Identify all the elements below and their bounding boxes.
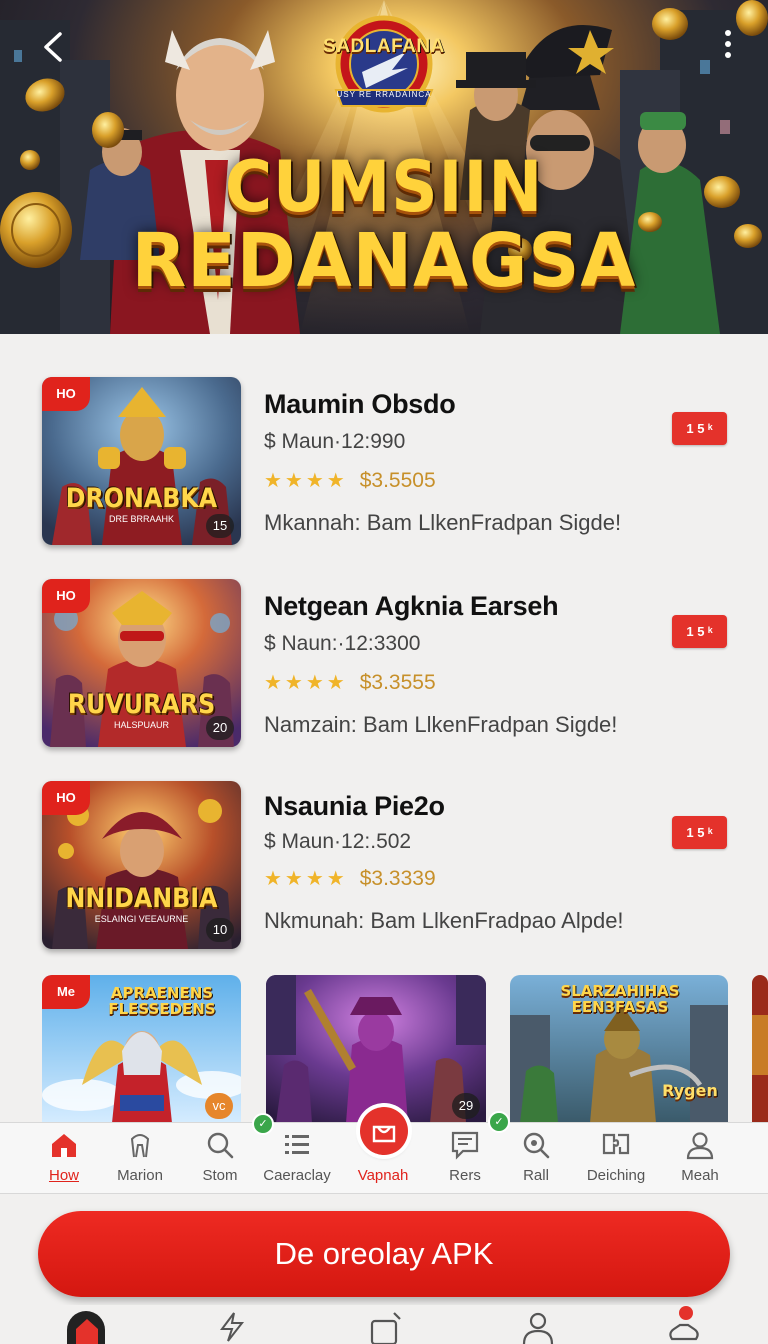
download-area: De oreolay APK xyxy=(0,1195,768,1305)
gift-center-button[interactable] xyxy=(360,1107,408,1155)
hot-badge: HO xyxy=(42,579,90,613)
hero-title-line1: CUMSIIN xyxy=(224,146,544,228)
hot-badge: HO xyxy=(42,781,90,815)
game-description: Namzain: Bam LlkenFradpan Sigde! xyxy=(264,712,618,737)
game-tile[interactable]: 29 xyxy=(266,975,486,1123)
system-nav-bar xyxy=(0,1305,768,1344)
game-name[interactable]: Nsaunia Pie2o xyxy=(264,791,624,822)
rating-value: $3.3555 xyxy=(359,671,436,694)
game-rating: ★★★★ $3.3555 xyxy=(264,670,617,695)
tab-meah[interactable]: Meah xyxy=(655,1129,745,1191)
count-badge: 29 xyxy=(452,1093,480,1119)
list-icon xyxy=(285,1135,309,1154)
tab-label: Deiching xyxy=(586,1167,646,1184)
tab-label: Rall xyxy=(523,1167,549,1184)
tag-icon xyxy=(130,1134,150,1158)
nav-home-icon[interactable] xyxy=(67,1309,107,1344)
game-description: Nkmunah: Bam LlkenFradpao Alpde! xyxy=(264,908,624,933)
app-screen: SADLAFANA USY RE RRADAINCA CUMSIIN REDAN… xyxy=(0,0,768,1344)
price-tag-button[interactable]: 1 5 ᵏ xyxy=(672,615,727,648)
game-thumbnail[interactable]: HO DRONABKA DRE BRRAAHK 15 xyxy=(42,377,241,545)
game-info: Netgean Agknia Earseh $ Naun:·12:3300 ★★… xyxy=(264,591,617,738)
game-price: $ Naun:·12:3300 xyxy=(264,632,421,655)
puzzle-icon xyxy=(602,1133,630,1155)
game-logo-text: DRONABKA xyxy=(65,483,218,514)
game-tile[interactable]: Me APRAENENS FLESSEDENS vc xyxy=(42,975,241,1123)
game-card[interactable]: HO NNIDANBIA ESLAINGI VEEAURNE 10 Nsauni… xyxy=(0,781,768,961)
notification-dot xyxy=(679,1306,693,1320)
nav-apps-icon[interactable] xyxy=(366,1309,406,1344)
tile-art xyxy=(752,975,768,1123)
game-logo-text: RUVURARS xyxy=(67,689,216,720)
home-icon xyxy=(52,1134,76,1157)
price-tag-button[interactable]: 1 5 ᵏ xyxy=(672,412,727,445)
rating-value: $3.3339 xyxy=(359,867,436,890)
tab-rall[interactable]: Rall xyxy=(491,1129,581,1191)
game-name[interactable]: Netgean Agknia Earseh xyxy=(264,591,617,622)
tab-marion[interactable]: Marion xyxy=(95,1129,185,1191)
back-icon[interactable] xyxy=(36,28,70,66)
game-tile-partial[interactable] xyxy=(752,975,768,1123)
count-badge: 20 xyxy=(206,716,234,740)
zoom-icon xyxy=(523,1132,550,1159)
new-indicator-icon: ✓ xyxy=(252,1113,274,1135)
star-rating-icon: ★★★★ xyxy=(264,470,348,492)
tile-logo-text-small: Rygen xyxy=(662,1081,718,1100)
hero-title-line2: REDANAGSA xyxy=(131,218,637,304)
download-apk-button[interactable]: De oreolay APK xyxy=(38,1211,730,1297)
game-thumbnail[interactable]: HO RUVURARS HALSPUAUR 20 xyxy=(42,579,241,747)
game-price: $ Maun·12:.502 xyxy=(264,830,412,853)
new-indicator-icon: ✓ xyxy=(488,1111,510,1133)
user-icon xyxy=(686,1132,714,1160)
game-description: Mkannah: Bam LlkenFradpan Sigde! xyxy=(264,510,622,535)
game-info: Nsaunia Pie2o $ Maun·12:.502 ★★★★ $3.3339… xyxy=(264,791,624,934)
star-rating-icon: ★★★★ xyxy=(264,672,348,694)
count-badge: vc xyxy=(205,1093,233,1119)
chat-icon xyxy=(451,1131,479,1160)
tab-label: Meah xyxy=(681,1167,719,1184)
gift-icon xyxy=(372,1125,396,1143)
badge-subtitle: USY RE RRADAINCA xyxy=(336,90,432,99)
game-logo-text: NNIDANBIA xyxy=(65,883,218,914)
price-tag-button[interactable]: 1 5 ᵏ xyxy=(672,816,727,849)
star-rating-icon: ★★★★ xyxy=(264,868,348,890)
tab-label: Caeraclay xyxy=(263,1167,331,1184)
tile-logo-text: SLARZAHIHAS EEN3FASAS xyxy=(560,982,680,1016)
hero-banner[interactable]: SADLAFANA USY RE RRADAINCA CUMSIIN REDAN… xyxy=(0,0,768,334)
game-info: Maumin Obsdo $ Maun·12:990 ★★★★ $3.5505 M… xyxy=(264,389,621,536)
count-badge: 15 xyxy=(206,514,234,538)
hot-badge: Me xyxy=(42,975,90,1009)
tab-label: Vapnah xyxy=(357,1167,409,1184)
game-card[interactable]: HO DRONABKA DRE BRRAAHK 15 Maumin Obsdo … xyxy=(0,377,768,557)
game-badge-logo: SADLAFANA USY RE RRADAINCA xyxy=(322,12,446,116)
game-price: $ Maun·12:990 xyxy=(264,430,406,453)
game-card[interactable]: HO RUVURARS HALSPUAUR 20 Netgean Agknia … xyxy=(0,579,768,759)
tab-caeraclay[interactable]: Caeraclay xyxy=(252,1129,342,1191)
count-badge: 10 xyxy=(206,918,234,942)
badge-title: SADLAFANA xyxy=(323,36,445,57)
search-icon xyxy=(207,1132,234,1159)
tab-deiching[interactable]: Deiching xyxy=(571,1129,661,1191)
hot-badge: HO xyxy=(42,377,90,411)
game-thumbnail[interactable]: HO NNIDANBIA ESLAINGI VEEAURNE 10 xyxy=(42,781,241,949)
tile-logo-text: APRAENENS FLESSEDENS xyxy=(108,984,216,1018)
game-rating: ★★★★ $3.3339 xyxy=(264,866,624,891)
rating-value: $3.5505 xyxy=(359,469,436,492)
nav-lightning-icon[interactable] xyxy=(212,1309,252,1344)
game-tile[interactable]: SLARZAHIHAS EEN3FASAS Rygen xyxy=(510,975,728,1123)
tab-label: Marion xyxy=(117,1167,163,1184)
nav-profile-icon[interactable] xyxy=(518,1309,558,1344)
game-name[interactable]: Maumin Obsdo xyxy=(264,389,621,420)
more-options-icon[interactable] xyxy=(722,30,734,64)
game-rating: ★★★★ $3.5505 xyxy=(264,468,621,493)
